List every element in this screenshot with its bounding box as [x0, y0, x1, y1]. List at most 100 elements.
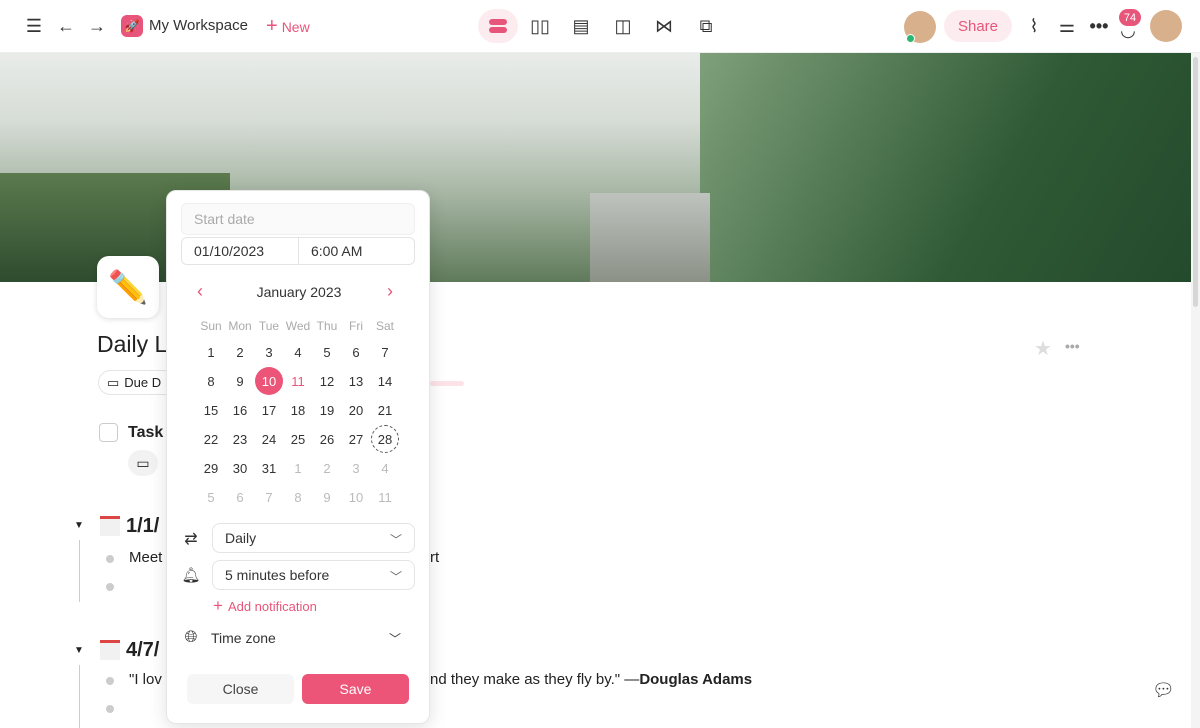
- weekday-label: Sat: [375, 319, 394, 333]
- task-title[interactable]: Task: [128, 424, 163, 442]
- indent-line: [79, 540, 80, 602]
- calendar-day[interactable]: 15: [197, 396, 225, 424]
- quote-tail: nd they make as they fly by." —: [430, 671, 640, 688]
- calendar-day[interactable]: 25: [284, 425, 312, 453]
- repeat-icon: ⇄: [184, 531, 198, 548]
- quote-text-tail[interactable]: nd they make as they fly by." —Douglas A…: [430, 671, 752, 688]
- calendar-day[interactable]: 1: [197, 338, 225, 366]
- calendar-day-outside[interactable]: 7: [255, 483, 283, 511]
- board-view-icon[interactable]: ▯▯: [528, 14, 552, 38]
- calendar-day-hover[interactable]: 28: [371, 425, 399, 453]
- add-notification-button[interactable]: + Add notification: [213, 596, 317, 616]
- page-more-icon[interactable]: •••: [1065, 338, 1080, 354]
- collapse-toggle-icon[interactable]: ▼: [74, 645, 84, 656]
- entry-date[interactable]: 4/7/: [126, 639, 159, 662]
- calendar-day[interactable]: 20: [342, 396, 370, 424]
- calendar-day[interactable]: 9: [226, 367, 254, 395]
- new-button[interactable]: + New: [266, 15, 310, 38]
- calendar-day-outside[interactable]: 1: [284, 454, 312, 482]
- plus-icon: +: [266, 15, 278, 37]
- entry-date[interactable]: 1/1/: [126, 515, 159, 538]
- calendar-day[interactable]: 6: [342, 338, 370, 366]
- analytics-icon[interactable]: ⌇: [1022, 14, 1046, 38]
- calendar-day[interactable]: 5: [313, 338, 341, 366]
- start-date-input[interactable]: Start date: [181, 203, 415, 235]
- user-avatar[interactable]: [1150, 10, 1182, 42]
- date-input[interactable]: 01/10/2023: [181, 237, 299, 265]
- quote-text[interactable]: "I lov: [129, 671, 162, 688]
- calendar-day[interactable]: 2: [226, 338, 254, 366]
- calendar-day-outside[interactable]: 11: [371, 483, 399, 511]
- calendar-day[interactable]: 31: [255, 454, 283, 482]
- calendar-day[interactable]: 12: [313, 367, 341, 395]
- sidebar-toggle-icon[interactable]: ☰: [22, 14, 46, 38]
- calendar-day-today[interactable]: 11: [284, 367, 312, 395]
- page-icon[interactable]: ✏️: [97, 256, 159, 318]
- mindmap-view-icon[interactable]: ⋈: [652, 14, 676, 38]
- calendar-day[interactable]: 21: [371, 396, 399, 424]
- back-arrow-icon[interactable]: ←: [54, 14, 78, 38]
- collapse-toggle-icon[interactable]: ▼: [74, 520, 84, 531]
- calendar-day-outside[interactable]: 2: [313, 454, 341, 482]
- calendar-day[interactable]: 13: [342, 367, 370, 395]
- calendar-day[interactable]: 23: [226, 425, 254, 453]
- calendar-day[interactable]: 30: [226, 454, 254, 482]
- star-icon[interactable]: ★: [1034, 336, 1052, 361]
- table-view-icon[interactable]: ◫: [611, 14, 635, 38]
- task-date-icon[interactable]: ▭: [128, 450, 158, 476]
- scrollbar[interactable]: [1191, 53, 1200, 728]
- calendar-day[interactable]: 8: [197, 367, 225, 395]
- calendar-day[interactable]: 14: [371, 367, 399, 395]
- notification-badge: 74: [1119, 9, 1141, 26]
- calendar-day-outside[interactable]: 5: [197, 483, 225, 511]
- calendar-day-outside[interactable]: 10: [342, 483, 370, 511]
- page-title[interactable]: Daily L: [97, 331, 167, 358]
- diagram-view-icon[interactable]: ⧉: [694, 14, 718, 38]
- new-label: New: [281, 18, 310, 35]
- bullet-icon: [106, 677, 114, 685]
- calendar-day[interactable]: 19: [313, 396, 341, 424]
- bullet-icon: [106, 555, 114, 563]
- calendar-day[interactable]: 16: [226, 396, 254, 424]
- weekday-label: Thu: [316, 319, 338, 333]
- bullet-text[interactable]: Meet: [129, 549, 162, 566]
- share-button[interactable]: Share: [944, 10, 1012, 42]
- bullet-text-tail[interactable]: rt: [430, 549, 439, 566]
- repeat-select[interactable]: Daily ﹀: [212, 523, 415, 553]
- timezone-label[interactable]: Time zone: [211, 630, 276, 646]
- calendar-day[interactable]: 24: [255, 425, 283, 453]
- reminder-select[interactable]: 5 minutes before ﹀: [212, 560, 415, 590]
- calendar-day-selected[interactable]: 10: [255, 367, 283, 395]
- calendar-day[interactable]: 4: [284, 338, 312, 366]
- more-icon[interactable]: •••: [1087, 14, 1111, 38]
- calendar-day[interactable]: 7: [371, 338, 399, 366]
- workspace-name[interactable]: My Workspace: [149, 17, 248, 34]
- time-input[interactable]: 6:00 AM: [298, 237, 415, 265]
- collaborator-avatar[interactable]: [904, 11, 936, 43]
- calendar-day[interactable]: 27: [342, 425, 370, 453]
- calendar-day[interactable]: 17: [255, 396, 283, 424]
- close-button[interactable]: Close: [187, 674, 294, 704]
- calendar-day[interactable]: 26: [313, 425, 341, 453]
- calendar-day[interactable]: 3: [255, 338, 283, 366]
- weekday-label: Tue: [258, 319, 280, 333]
- calendar-emoji-icon: [100, 640, 120, 660]
- calendar-day-outside[interactable]: 9: [313, 483, 341, 511]
- forward-arrow-icon[interactable]: →: [85, 14, 109, 38]
- calendar-day-outside[interactable]: 3: [342, 454, 370, 482]
- calendar-day[interactable]: 18: [284, 396, 312, 424]
- calendar-day-outside[interactable]: 6: [226, 483, 254, 511]
- calendar-view-icon[interactable]: ▤: [569, 14, 593, 38]
- calendar-day-outside[interactable]: 4: [371, 454, 399, 482]
- task-checkbox[interactable]: [99, 423, 118, 442]
- settings-toggle-icon[interactable]: ⚌: [1055, 14, 1079, 38]
- calendar-day[interactable]: 22: [197, 425, 225, 453]
- next-month-icon[interactable]: ›: [387, 281, 393, 302]
- comment-icon[interactable]: 💬︎: [1152, 680, 1175, 701]
- calendar-emoji-icon: [100, 516, 120, 536]
- timezone-chevron-icon[interactable]: ﹀: [389, 630, 401, 647]
- calendar-day[interactable]: 29: [197, 454, 225, 482]
- view-document-button[interactable]: [478, 9, 518, 43]
- calendar-day-outside[interactable]: 8: [284, 483, 312, 511]
- save-button[interactable]: Save: [302, 674, 409, 704]
